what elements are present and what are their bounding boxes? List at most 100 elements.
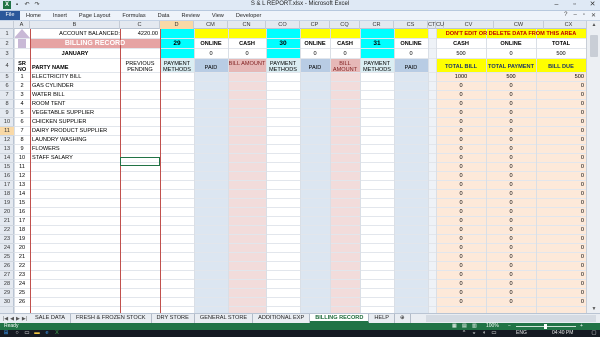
ribbon-close-icon[interactable]: ✕ (591, 12, 596, 19)
zoom-level[interactable]: 100% (486, 323, 499, 330)
row-header-20[interactable]: 20 (0, 208, 14, 217)
zoom-out-icon[interactable]: − (508, 323, 511, 330)
column-header-a[interactable]: A (14, 21, 30, 29)
ribbon-tab-home[interactable]: Home (20, 11, 47, 21)
row-header-14[interactable]: 14 (0, 154, 14, 163)
row-header-30[interactable]: 30 (0, 298, 14, 307)
column-header-cw[interactable]: CW (494, 21, 544, 29)
page-break-view-icon[interactable]: ▥ (472, 323, 477, 330)
row-header-26[interactable]: 26 (0, 262, 14, 271)
ribbon-restore-icon[interactable]: ▫ (583, 12, 585, 19)
notification-icon[interactable]: ▢ (590, 330, 598, 337)
sheet-tab-fresh-frozen-stock[interactable]: FRESH & FROZEN STOCK (71, 314, 152, 323)
minimize-icon[interactable]: – (551, 1, 562, 9)
row-header-28[interactable]: 28 (0, 280, 14, 289)
row-header-3[interactable]: 3 (0, 49, 14, 59)
row-header-27[interactable]: 27 (0, 271, 14, 280)
vertical-scrollbar[interactable]: ▲ ▼ (586, 21, 600, 313)
maximize-icon[interactable]: ▫ (569, 1, 580, 9)
last-sheet-icon[interactable]: ▶| (22, 316, 27, 322)
windows-start-icon[interactable]: ⊞ (2, 330, 10, 337)
zoom-in-icon[interactable]: + (580, 323, 583, 330)
row-header-15[interactable]: 15 (0, 163, 14, 172)
prev-sheet-icon[interactable]: ◀ (10, 316, 14, 322)
sheet-tab-help[interactable]: HELP (369, 314, 395, 323)
sheet-tab-billing-record[interactable]: BILLING RECORD (310, 314, 370, 323)
file-explorer-icon[interactable]: ▬ (33, 330, 41, 337)
excel-taskbar-icon[interactable]: X (53, 330, 61, 337)
row-header-18[interactable]: 18 (0, 190, 14, 199)
row-header-17[interactable]: 17 (0, 181, 14, 190)
ribbon-tab-review[interactable]: Review (175, 11, 205, 21)
ribbon-tab-insert[interactable]: Insert (47, 11, 73, 21)
chevron-up-icon[interactable]: ^ (460, 330, 468, 337)
row-header-1[interactable]: 1 (0, 29, 14, 39)
zoom-slider-thumb[interactable] (544, 324, 547, 329)
network-icon[interactable]: ◒ (470, 330, 478, 337)
column-header-cr[interactable]: CR (360, 21, 394, 29)
sheet-tab-additional-exp[interactable]: ADDITIONAL EXP (253, 314, 311, 323)
ribbon-tab-page-layout[interactable]: Page Layout (73, 11, 116, 21)
select-all-corner[interactable] (0, 21, 14, 29)
edge-browser-icon[interactable]: e (43, 330, 51, 337)
insert-sheet-icon[interactable]: ⊕ (395, 314, 411, 323)
row-header-13[interactable]: 13 (0, 145, 14, 154)
sheet-tab-general-store[interactable]: GENERAL STORE (195, 314, 254, 323)
ribbon-tab-data[interactable]: Data (152, 11, 176, 21)
taskbar-clock[interactable]: 04:40 PM (552, 330, 573, 337)
row-header-19[interactable]: 19 (0, 199, 14, 208)
row-header-23[interactable]: 23 (0, 235, 14, 244)
column-header-co[interactable]: CO (266, 21, 300, 29)
row-header-10[interactable]: 10 (0, 118, 14, 127)
ribbon-tab-view[interactable]: View (206, 11, 230, 21)
row-header-6[interactable]: 6 (0, 82, 14, 91)
volume-icon[interactable]: ◖ (480, 330, 488, 337)
ribbon-tab-formulas[interactable]: Formulas (116, 11, 151, 21)
row-header-22[interactable]: 22 (0, 226, 14, 235)
normal-view-icon[interactable]: ▦ (452, 323, 457, 330)
row-header-12[interactable]: 12 (0, 136, 14, 145)
sheet-tab-sale-data[interactable]: SALE DATA (30, 314, 71, 323)
row-header-9[interactable]: 9 (0, 109, 14, 118)
scroll-up-icon[interactable]: ▲ (587, 21, 600, 29)
battery-icon[interactable]: ▭ (490, 330, 498, 337)
taskbar-language[interactable]: ENG (516, 330, 527, 337)
row-header-25[interactable]: 25 (0, 253, 14, 262)
row-header-8[interactable]: 8 (0, 100, 14, 109)
next-sheet-icon[interactable]: ▶ (16, 316, 20, 322)
row-header-4[interactable]: 4 (0, 59, 14, 73)
column-header-cv[interactable]: CV (444, 21, 494, 29)
first-sheet-icon[interactable]: |◀ (3, 316, 8, 322)
row-header-5[interactable]: 5 (0, 73, 14, 82)
row-header-21[interactable]: 21 (0, 217, 14, 226)
scroll-down-icon[interactable]: ▼ (587, 305, 600, 313)
worksheet-grid[interactable]: ACCOUNT BALANCED: 4220.00 BILLING RECORD… (14, 29, 586, 313)
column-header-d[interactable]: D (160, 21, 194, 29)
file-tab[interactable]: File (0, 11, 20, 20)
row-header-11[interactable]: 11 (0, 127, 14, 136)
column-header-cn[interactable]: CN (228, 21, 266, 29)
ribbon-minimize-icon[interactable]: – (573, 12, 576, 19)
row-header-29[interactable]: 29 (0, 289, 14, 298)
task-view-icon[interactable]: ▭ (23, 330, 31, 337)
taskbar-search-icon[interactable]: ○ (13, 330, 21, 337)
column-header-cs[interactable]: CS (394, 21, 428, 29)
horizontal-scrollbar[interactable] (426, 315, 596, 322)
row-header-16[interactable]: 16 (0, 172, 14, 181)
row-header-2[interactable]: 2 (0, 39, 14, 49)
row-header-7[interactable]: 7 (0, 91, 14, 100)
scroll-thumb[interactable] (590, 35, 598, 57)
ribbon-tab-developer[interactable]: Developer (230, 11, 268, 21)
column-header-c[interactable]: C (120, 21, 160, 29)
column-header-cp[interactable]: CP (300, 21, 330, 29)
column-header-b[interactable]: B (30, 21, 120, 29)
close-icon[interactable]: ✕ (587, 1, 598, 9)
help-icon[interactable]: ? (564, 12, 567, 19)
column-header-ct[interactable]: CT (428, 21, 436, 29)
column-header-cu[interactable]: CU (436, 21, 444, 29)
page-layout-view-icon[interactable]: ▤ (462, 323, 467, 330)
active-cell-D11[interactable] (120, 157, 160, 166)
sheet-tab-dry-store[interactable]: DRY STORE (152, 314, 195, 323)
row-header-24[interactable]: 24 (0, 244, 14, 253)
column-header-cq[interactable]: CQ (330, 21, 360, 29)
